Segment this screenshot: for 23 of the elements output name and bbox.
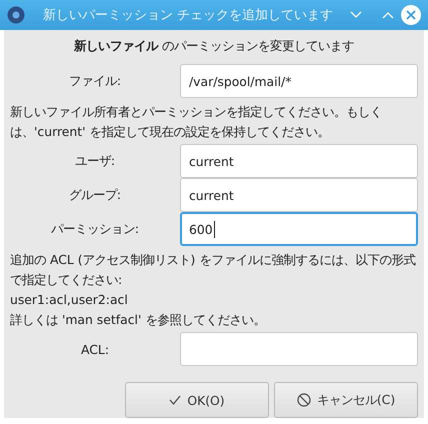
prohibited-icon <box>296 393 311 407</box>
ok-button[interactable]: OK(O) <box>125 382 269 418</box>
input-field[interactable]: 600 <box>180 212 418 246</box>
maximize-icon[interactable] <box>382 11 394 19</box>
cancel-button[interactable]: キャンセル(C) <box>274 382 418 418</box>
input-field[interactable]: current <box>180 144 418 178</box>
minimize-icon[interactable] <box>350 11 362 19</box>
field-label: グループ: <box>68 186 122 204</box>
window-title: 新しいパーミッション チェックを追加しています <box>42 7 334 24</box>
acl-field[interactable] <box>180 332 418 366</box>
input-field[interactable]: current <box>180 178 418 212</box>
owner-note: 新しいファイル所有者とパーミッションを指定してください。もしくは、'current' を指定して現在の設定を保持してください。 <box>10 103 383 141</box>
heading: 新しいファイル のパーミッションを変更しています <box>73 38 355 55</box>
field-label: ファイル: <box>68 72 122 90</box>
field-label: パーミッション: <box>50 220 140 238</box>
close-icon[interactable] <box>400 4 422 26</box>
acl-note: 追加の ACL (アクセス制御リスト) をファイルに強制するには、以下の形式で指定してください: <box>10 251 416 289</box>
field-label: ユーザ: <box>74 152 116 170</box>
acl-note: user1:acl,user2:acl <box>10 291 129 309</box>
acl-note: 詳しくは 'man setfacl' を参照してください。 <box>10 311 266 329</box>
field-label: ACL: <box>80 342 110 356</box>
check-icon <box>169 395 182 405</box>
file-field[interactable]: /var/spool/mail/* <box>180 64 418 98</box>
